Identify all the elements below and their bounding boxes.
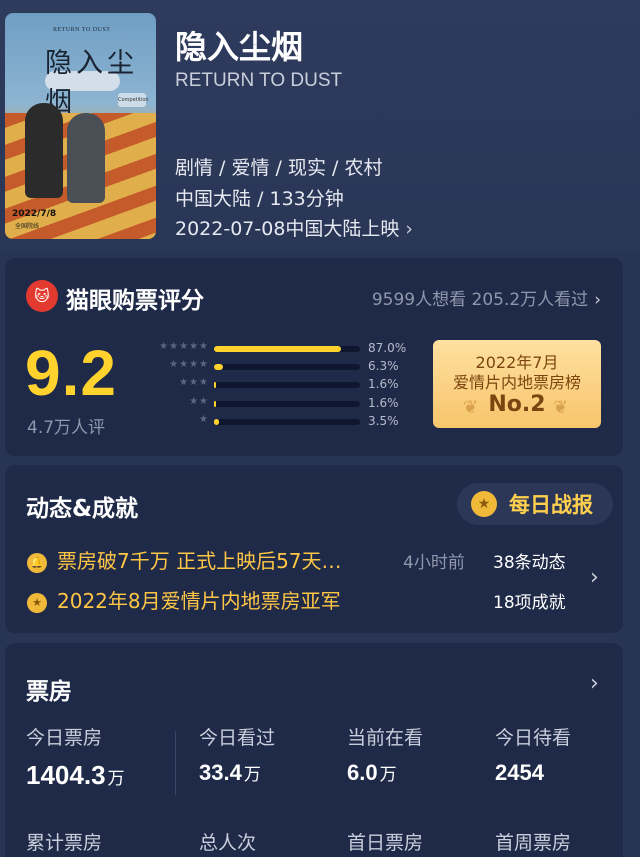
movie-genres: 剧情 / 爱情 / 现实 / 农村: [175, 157, 383, 179]
movie-title-en: RETURN TO DUST: [175, 70, 343, 91]
movie-title-cn: 隐入尘烟: [175, 28, 304, 66]
rating-bar-fill: [214, 346, 341, 352]
bell-icon: 🔔: [27, 553, 47, 573]
score-count: 4.7万人评: [27, 418, 106, 438]
stat-today-pending: 今日待看 2454: [495, 723, 571, 786]
stat-first-day: 首日票房: [347, 828, 423, 855]
stat-today-boxoffice: 今日票房 1404.3 万: [26, 723, 125, 791]
movie-region-duration: 中国大陆 / 133分钟: [175, 188, 344, 210]
stat-label: 总人次: [199, 832, 257, 854]
stat-value: 2454: [495, 760, 571, 786]
rating-percent: 6.3%: [368, 359, 399, 373]
rating-percent: 1.6%: [368, 377, 399, 391]
achievement-count[interactable]: 18项成就: [493, 588, 566, 613]
stat-total-boxoffice: 累计票房: [26, 828, 102, 855]
stat-number: 1404.3: [26, 760, 106, 790]
stat-first-week: 首周票房: [495, 828, 571, 855]
poster-figure-woman: [67, 113, 105, 203]
poster-en-title: RETURN TO DUST: [53, 27, 111, 33]
rating-bar-fill: [214, 364, 223, 370]
rating-bar-track: [214, 401, 360, 407]
rating-row: ★ 3.5%: [143, 414, 415, 432]
stat-value: 1404.3 万: [26, 760, 125, 791]
stat-label: 累计票房: [26, 832, 103, 854]
dynamics-item-achievement[interactable]: ★ 2022年8月爱情片内地票房亚军: [27, 585, 341, 614]
dynamics-count[interactable]: 38条动态: [493, 548, 566, 573]
rating-bar-track: [214, 419, 360, 425]
stat-label: 当前在看: [347, 727, 424, 749]
stat-number: 2454: [495, 760, 544, 785]
chevron-right-icon[interactable]: ›: [590, 671, 599, 696]
stat-today-watched: 今日看过 33.4 万: [199, 723, 275, 786]
rank-category: 爱情片内地票房榜: [452, 373, 581, 392]
score-stats-text: 9599人想看 205.2万人看过: [371, 290, 589, 310]
rating-stars: ★★★★★: [159, 341, 209, 352]
daily-report-label: 每日战报: [509, 493, 593, 517]
movie-poster[interactable]: RETURN TO DUST 隐入尘烟 Competition 2022/7/8…: [5, 13, 156, 239]
poster-figure-man: [25, 103, 63, 198]
stat-unit: 万: [379, 765, 397, 785]
stat-label: 今日看过: [199, 727, 276, 749]
rating-bar-track: [214, 364, 360, 370]
rating-row: ★★ 1.6%: [143, 396, 415, 414]
score-card: 🐱 猫眼购票评分 9599人想看 205.2万人看过 › 9.2 4.7万人评 ★…: [5, 258, 623, 456]
rating-bar-fill: [214, 419, 219, 425]
rating-row: ★★★★★ 87.0%: [143, 341, 415, 359]
chevron-right-icon: ›: [594, 290, 601, 310]
chevron-right-icon: ›: [405, 218, 414, 240]
maoyan-cat-logo-icon: 🐱: [26, 280, 58, 312]
rating-bar-fill: [214, 382, 216, 388]
stat-label: 首日票房: [347, 832, 424, 854]
medal-icon: ★: [471, 491, 497, 517]
boxoffice-card: 票房 › 今日票房 1404.3 万 今日看过 33.4 万 当前在看 6.0 万 今…: [5, 643, 623, 857]
rating-stars: ★★: [189, 396, 209, 407]
stat-label: 今日待看: [495, 727, 572, 749]
score-value: 9.2: [25, 337, 117, 409]
poster-cn-title: 隐入尘烟: [45, 48, 138, 118]
rating-bar-track: [214, 382, 360, 388]
chevron-right-icon[interactable]: ›: [590, 565, 599, 590]
poster-date-sub: 全国院线: [15, 223, 40, 230]
rating-stars: ★: [199, 414, 209, 425]
rating-percent: 3.5%: [368, 414, 399, 428]
stat-total-viewers: 总人次: [199, 828, 256, 855]
movie-release-link[interactable]: 2022-07-08中国大陆上映 ›: [175, 214, 413, 241]
stat-number: 6.0: [347, 760, 378, 785]
score-title: 猫眼购票评分: [66, 288, 204, 314]
stat-number: 33.4: [199, 760, 242, 785]
rating-stars: ★★★: [179, 377, 209, 388]
poster-date: 2022/7/8: [12, 209, 57, 219]
rank-badge[interactable]: 2022年7月 爱情片内地票房榜 ❦ No.2 ❦: [433, 340, 601, 428]
score-stats-link[interactable]: 9599人想看 205.2万人看过 ›: [372, 285, 601, 310]
rank-position: No.2: [488, 392, 546, 417]
stat-unit: 万: [243, 765, 261, 785]
dynamics-item-news[interactable]: 🔔 票房破7千万 正式上映后57天…: [27, 545, 342, 574]
dynamics-title: 动态&成就: [26, 496, 139, 522]
medal-icon: ★: [27, 593, 47, 613]
movie-release-date: 2022-07-08中国大陆上映: [175, 218, 400, 240]
rating-row: ★★★ 1.6%: [143, 377, 415, 395]
dynamics-news-time: 4小时前: [403, 553, 465, 573]
rating-percent: 87.0%: [368, 341, 407, 355]
dynamics-news-text: 票房破7千万 正式上映后57天…: [57, 549, 342, 573]
stat-divider: [175, 731, 176, 795]
poster-festival-badge: Competition: [118, 93, 149, 107]
boxoffice-title: 票房: [26, 679, 72, 705]
stat-watching-now: 当前在看 6.0 万: [347, 723, 423, 786]
stat-label: 今日票房: [26, 727, 103, 749]
stat-label: 首周票房: [495, 832, 572, 854]
movie-header: RETURN TO DUST 隐入尘烟 Competition 2022/7/8…: [0, 0, 640, 250]
dynamics-card: 动态&成就 ★ 每日战报 🔔 票房破7千万 正式上映后57天… 4小时前 38条动…: [5, 465, 623, 633]
rating-bar-fill: [214, 401, 216, 407]
stat-unit: 万: [107, 769, 125, 789]
dynamics-achievement-text: 2022年8月爱情片内地票房亚军: [57, 589, 341, 613]
daily-report-button[interactable]: ★ 每日战报: [457, 483, 613, 525]
rating-stars: ★★★★: [169, 359, 209, 370]
rating-percent: 1.6%: [368, 396, 399, 410]
stat-value: 33.4 万: [199, 760, 275, 786]
laurel-right-icon: ❦: [553, 397, 569, 418]
rating-row: ★★★★ 6.3%: [143, 359, 415, 377]
stat-value: 6.0 万: [347, 760, 423, 786]
rating-bar-track: [214, 346, 360, 352]
